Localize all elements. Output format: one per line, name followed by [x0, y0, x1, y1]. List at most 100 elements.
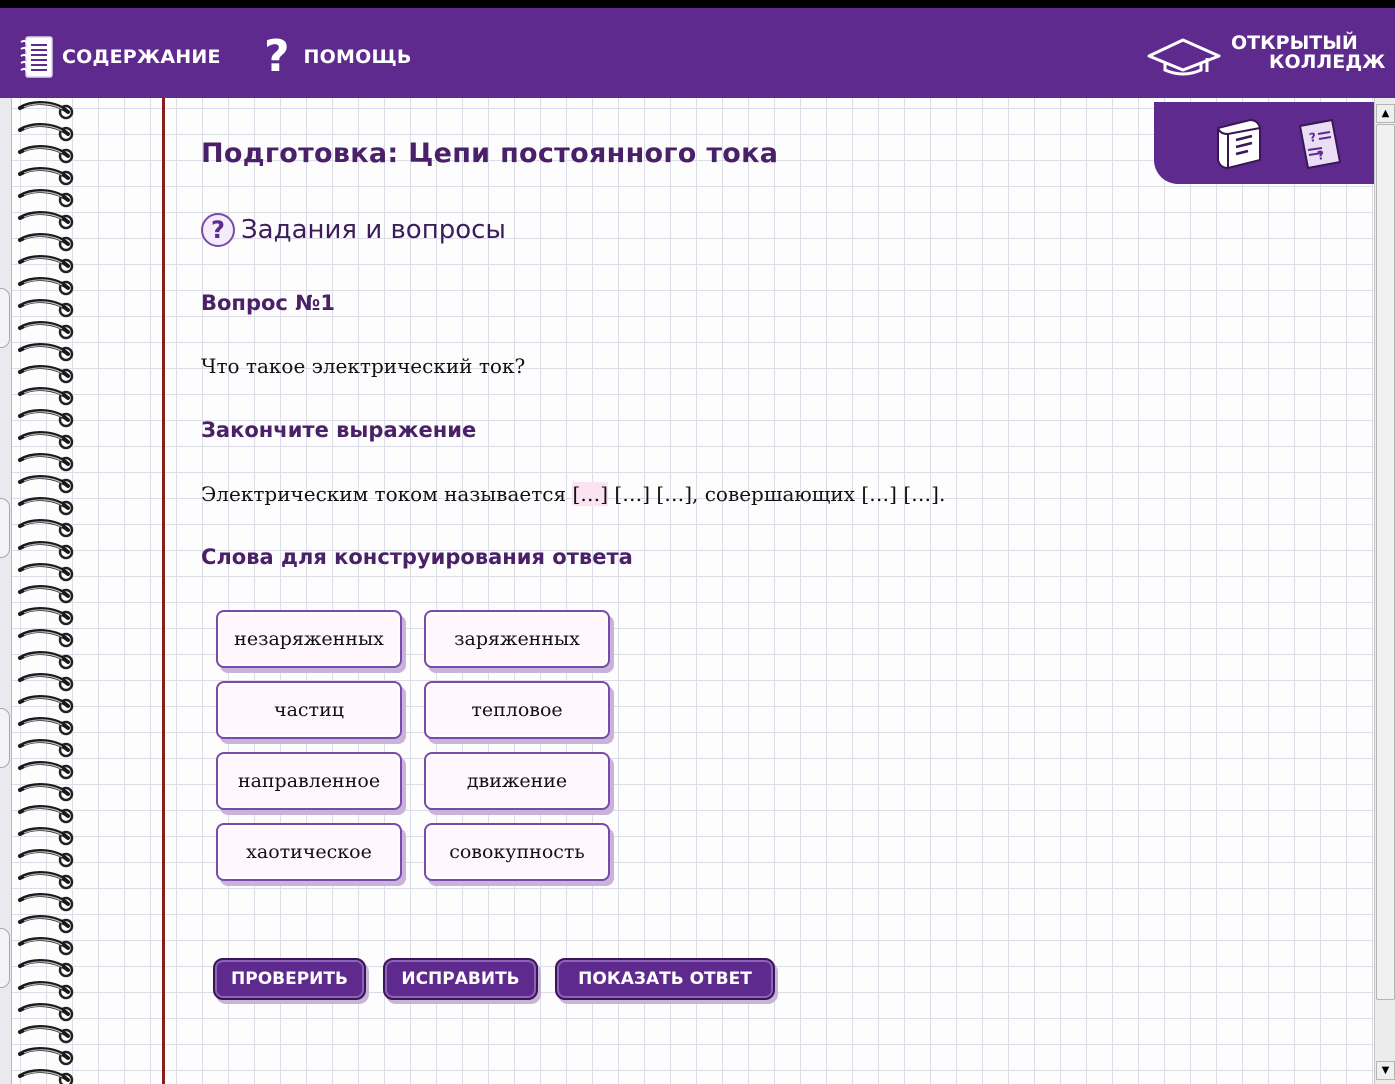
spiral-coil: [18, 629, 74, 648]
task-content: Подготовка: Цепи постоянного тока ? Зада…: [200, 98, 1150, 1084]
spiral-binding-icon: [18, 101, 74, 1084]
spiral-coil: [18, 805, 74, 824]
contents-label: СОДЕРЖАНИЕ: [62, 46, 221, 68]
spiral-coil: [18, 233, 74, 252]
binder-ring: [0, 288, 10, 348]
spiral-coil: [18, 695, 74, 714]
spiral-coil: [18, 519, 74, 538]
brand-name: ОТКРЫТЫЙ КОЛЛЕДЖ: [1231, 34, 1385, 72]
help-label: ПОМОЩЬ: [303, 46, 412, 68]
spiral-coil: [18, 1047, 74, 1066]
word-tile[interactable]: незаряженных: [216, 610, 402, 668]
scroll-thumb[interactable]: [1376, 124, 1395, 1000]
spiral-coil: [18, 1025, 74, 1044]
help-nav-button[interactable]: ? ПОМОЩЬ: [264, 34, 412, 80]
check-button[interactable]: ПРОВЕРИТЬ: [213, 958, 366, 1000]
spiral-coil: [18, 365, 74, 384]
spiral-coil: [18, 1003, 74, 1022]
spiral-coil: [18, 277, 74, 296]
spiral-coil: [18, 871, 74, 890]
blank-slot[interactable]: […]: [572, 482, 609, 506]
section-heading: ? Задания и вопросы: [201, 213, 506, 247]
vertical-scrollbar[interactable]: ▲ ▼: [1374, 98, 1395, 1084]
spiral-coil: [18, 475, 74, 494]
binder-ring: [0, 498, 10, 558]
word-tile[interactable]: хаотическое: [216, 823, 402, 881]
word-tile[interactable]: движение: [424, 752, 610, 810]
spiral-coil: [18, 387, 74, 406]
spiral-coil: [18, 343, 74, 362]
spiral-coil: [18, 981, 74, 1000]
word-tile[interactable]: совокупность: [424, 823, 610, 881]
spiral-coil: [18, 409, 74, 428]
margin-line: [162, 98, 165, 1084]
page-title: Подготовка: Цепи постоянного тока: [201, 138, 779, 169]
spiral-coil: [18, 541, 74, 560]
words-heading: Слова для конструирования ответа: [201, 545, 633, 569]
graduation-cap-icon: [1147, 38, 1221, 76]
spiral-coil: [18, 497, 74, 516]
spiral-coil: [18, 299, 74, 318]
spiral-coil: [18, 321, 74, 340]
brand-logo: ОТКРЫТЫЙ КОЛЛЕДЖ: [1145, 28, 1395, 88]
blank-slot[interactable]: […]: [656, 482, 692, 506]
spiral-coil: [18, 915, 74, 934]
word-tile[interactable]: заряженных: [424, 610, 610, 668]
fix-button[interactable]: ИСПРАВИТЬ: [383, 958, 538, 1000]
spiral-coil: [18, 673, 74, 692]
spiral-coil: [18, 827, 74, 846]
spiral-coil: [18, 1069, 74, 1084]
spiral-coil: [18, 453, 74, 472]
notebook-icon: [20, 36, 53, 78]
question-text: Что такое электрический ток?: [201, 354, 526, 378]
word-tile[interactable]: частиц: [216, 681, 402, 739]
quiz-sheet-icon[interactable]: ? ?: [1292, 116, 1348, 172]
blank-slot[interactable]: […]: [614, 482, 650, 506]
question-circle-icon: ?: [201, 213, 235, 247]
section-label: Задания и вопросы: [241, 215, 506, 245]
spiral-coil: [18, 651, 74, 670]
spiral-coil: [18, 761, 74, 780]
question-heading: Вопрос №1: [201, 291, 336, 315]
blank-slot[interactable]: […]: [903, 482, 939, 506]
spiral-coil: [18, 189, 74, 208]
word-tile[interactable]: направленное: [216, 752, 402, 810]
scroll-up-arrow-icon[interactable]: ▲: [1376, 104, 1395, 123]
contents-nav-button[interactable]: СОДЕРЖАНИЕ: [20, 34, 221, 80]
spiral-coil: [18, 893, 74, 912]
top-navigation-bar: СОДЕРЖАНИЕ ? ПОМОЩЬ ОТКРЫТЫЙ КОЛЛЕДЖ: [0, 0, 1395, 98]
notebook-page: ? ? Подготовка: Цепи постоянного тока ? …: [12, 98, 1374, 1084]
question-mark-icon: ?: [264, 31, 290, 82]
sentence-connector: , совершающих: [692, 482, 862, 506]
spiral-coil: [18, 717, 74, 736]
spiral-coil: [18, 959, 74, 978]
spiral-coil: [18, 563, 74, 582]
spiral-coil: [18, 849, 74, 868]
spiral-coil: [18, 255, 74, 274]
spiral-coil: [18, 783, 74, 802]
blank-slot[interactable]: […]: [861, 482, 897, 506]
word-tile[interactable]: тепловое: [424, 681, 610, 739]
spiral-coil: [18, 101, 74, 120]
spiral-coil: [18, 607, 74, 626]
spiral-coil: [18, 123, 74, 142]
spiral-coil: [18, 937, 74, 956]
scroll-down-arrow-icon[interactable]: ▼: [1376, 1061, 1395, 1080]
instruction-heading: Закончите выражение: [201, 418, 477, 442]
spiral-coil: [18, 739, 74, 758]
spiral-coil: [18, 167, 74, 186]
left-window-frame: [0, 98, 12, 1084]
brand-line-2: КОЛЛЕДЖ: [1269, 51, 1386, 73]
sentence-prefix: Электрическим током называется: [201, 482, 573, 506]
book-icon[interactable]: [1210, 116, 1270, 172]
spiral-coil: [18, 431, 74, 450]
spiral-coil: [18, 585, 74, 604]
binder-ring: [0, 708, 10, 768]
spiral-coil: [18, 145, 74, 164]
fill-in-sentence: Электрическим током называется […] […] […: [201, 482, 945, 506]
sentence-suffix: .: [938, 482, 946, 506]
spiral-coil: [18, 211, 74, 230]
binder-ring: [0, 928, 10, 988]
side-tab-panel: ? ?: [1154, 102, 1374, 184]
show-answer-button[interactable]: ПОКАЗАТЬ ОТВЕТ: [555, 958, 775, 1000]
